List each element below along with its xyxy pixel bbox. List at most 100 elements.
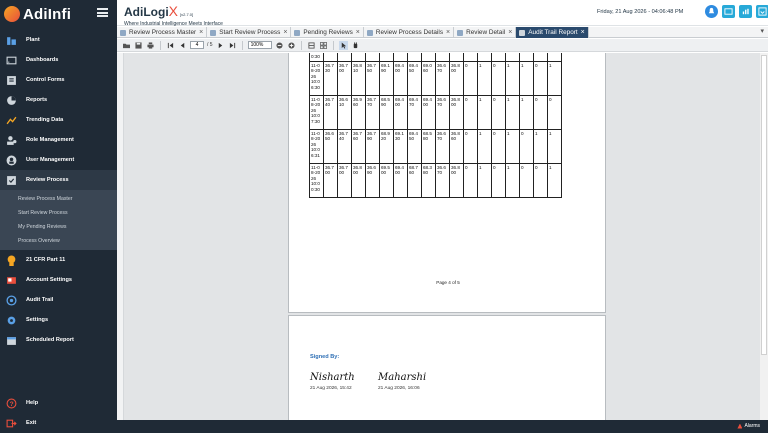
- multi-page-icon[interactable]: [319, 41, 328, 50]
- tab-label: Pending Reviews: [303, 29, 353, 36]
- first-page-icon[interactable]: [166, 41, 175, 50]
- tab-icon: [210, 29, 217, 36]
- zoom-in-icon[interactable]: [287, 41, 296, 50]
- sidebar-item-role-management[interactable]: Role Management: [0, 130, 117, 150]
- close-icon[interactable]: ×: [356, 29, 360, 36]
- plant-icon: [6, 35, 17, 46]
- tab-review-detail[interactable]: Review Detail ×: [454, 27, 517, 38]
- scrollbar-thumb[interactable]: [761, 55, 767, 355]
- tab-pending-reviews[interactable]: Pending Reviews ×: [291, 27, 364, 38]
- sidebar-item-account-settings[interactable]: Account Settings: [0, 270, 117, 290]
- sidebar-item-audit-trail[interactable]: Audit Trail: [0, 290, 117, 310]
- sidebar-item-user-management[interactable]: User Management: [0, 150, 117, 170]
- toolbar-divider: [300, 40, 302, 50]
- sidebar-item-21-cfr-part-11[interactable]: 21 CFR Part 11: [0, 250, 117, 270]
- export-icon[interactable]: [756, 5, 768, 18]
- toolbar-divider: [160, 40, 161, 50]
- table-cell: [519, 53, 534, 62]
- notification-bell-icon[interactable]: [705, 5, 718, 18]
- sidebar-item-help[interactable]: ? Help: [0, 393, 117, 413]
- chart-icon[interactable]: [739, 5, 752, 18]
- sidebar-item-reports[interactable]: Reports: [0, 90, 117, 110]
- sidebar-item-label: Exit: [26, 420, 37, 426]
- hand-pan-icon[interactable]: [351, 41, 360, 50]
- submenu-item-start-review-process[interactable]: Start Review Process: [0, 206, 117, 220]
- print-icon[interactable]: [146, 41, 155, 50]
- close-icon[interactable]: ×: [446, 29, 450, 36]
- table-cell: 36.8 60: [449, 128, 464, 164]
- signature-block: Maharshi 21 Aug 2026, 16:06: [378, 372, 426, 391]
- save-icon[interactable]: [134, 41, 143, 50]
- window-icon[interactable]: [722, 5, 735, 18]
- table-cell: 68.5 80: [421, 128, 436, 164]
- brand: AdiLogiX [v2.7.0] Where Industrial Intell…: [124, 3, 223, 27]
- signature-block: Nisharth 21 Aug 2026, 15:42: [310, 372, 355, 391]
- logo-mark-icon: [4, 6, 20, 22]
- table-cell: 36.6 90: [365, 162, 380, 198]
- sidebar-item-scheduled-report[interactable]: Scheduled Report: [0, 330, 117, 350]
- sidebar-item-trending-data[interactable]: Trending Data: [0, 110, 117, 130]
- table-cell: 1: [477, 94, 492, 130]
- brand-x: X: [168, 3, 178, 19]
- alarms-indicator[interactable]: Alarms: [737, 423, 760, 429]
- tab-review-process-details[interactable]: Review Process Details ×: [364, 27, 455, 38]
- close-icon[interactable]: ×: [199, 29, 203, 36]
- table-cell: [323, 53, 338, 62]
- sidebar-item-exit[interactable]: Exit: [0, 413, 117, 433]
- table-cell: 36.7 40: [323, 94, 338, 130]
- table-cell: 0: [463, 162, 478, 198]
- close-icon[interactable]: ×: [283, 29, 287, 36]
- table-cell: 36.7 70: [365, 94, 380, 130]
- table-cell: 69.1 30: [393, 128, 408, 164]
- table-cell: 36.7 00: [323, 162, 338, 198]
- zoom-select[interactable]: 100%: [247, 41, 272, 49]
- sidebar-item-label: Role Management: [26, 137, 74, 143]
- sidebar-item-settings[interactable]: Settings: [0, 310, 117, 330]
- report-viewer[interactable]: 0:30 11-0 8-20 26 10:0 6:30 36.7 30 36.7 00…: [117, 53, 760, 420]
- tab-icon: [294, 29, 301, 36]
- open-folder-icon[interactable]: [122, 41, 131, 50]
- last-page-icon[interactable]: [228, 41, 237, 50]
- select-pointer-icon[interactable]: [338, 40, 348, 50]
- submenu-item-review-process-master[interactable]: Review Process Master: [0, 192, 117, 206]
- alarms-label: Alarms: [744, 423, 760, 429]
- submenu-item-process-overview[interactable]: Process Overview: [0, 234, 117, 248]
- tab-audit-trail-report[interactable]: Audit Trail Report ×: [516, 27, 589, 38]
- table-cell: 69.4 00: [393, 94, 408, 130]
- toolbar-divider: [332, 40, 334, 50]
- hamburger-menu-icon[interactable]: [97, 8, 108, 17]
- table-cell: [421, 53, 436, 62]
- page-number-input[interactable]: 4: [190, 41, 204, 49]
- zoom-out-icon[interactable]: [275, 41, 284, 50]
- report-page-4: 0:30 11-0 8-20 26 10:0 6:30 36.7 30 36.7 00…: [288, 53, 606, 313]
- tab-list-dropdown-icon[interactable]: ▾: [760, 27, 764, 35]
- table-cell: 1: [533, 128, 548, 164]
- table-cell: 0: [463, 94, 478, 130]
- table-cell: 69.1 90: [379, 60, 394, 96]
- table-cell: 69.4 00: [421, 94, 436, 130]
- sidebar-item-plant[interactable]: Plant: [0, 30, 117, 50]
- submenu-item-my-pending-reviews[interactable]: My Pending Reviews: [0, 220, 117, 234]
- sidebar: AdiInfi Plant Dashboards Control Forms R…: [0, 0, 117, 433]
- table-cell: 36.7 40: [337, 128, 352, 164]
- close-icon[interactable]: ×: [508, 29, 512, 36]
- table-cell: 0: [491, 60, 506, 96]
- vertical-scrollbar[interactable]: [760, 53, 768, 420]
- table-cell: 1: [547, 60, 562, 96]
- sidebar-item-label: Help: [26, 400, 39, 406]
- sidebar-item-label: Review Process: [26, 177, 69, 183]
- sidebar-item-control-forms[interactable]: Control Forms: [0, 70, 117, 90]
- table-cell: 0: [463, 128, 478, 164]
- signature-name: Nisharth: [310, 372, 355, 383]
- sidebar-item-label: Trending Data: [26, 117, 64, 123]
- single-page-icon[interactable]: [307, 41, 316, 50]
- close-icon[interactable]: ×: [581, 29, 585, 36]
- tab-start-review-process[interactable]: Start Review Process ×: [207, 27, 292, 38]
- sidebar-item-dashboards[interactable]: Dashboards: [0, 50, 117, 70]
- sidebar-item-review-process[interactable]: Review Process: [0, 170, 117, 190]
- tab-review-process-master[interactable]: Review Process Master ×: [117, 27, 208, 38]
- cfr-icon: [6, 255, 17, 266]
- next-page-icon[interactable]: [216, 41, 225, 50]
- prev-page-icon[interactable]: [178, 41, 187, 50]
- table-cell: 68.3 80: [421, 162, 436, 198]
